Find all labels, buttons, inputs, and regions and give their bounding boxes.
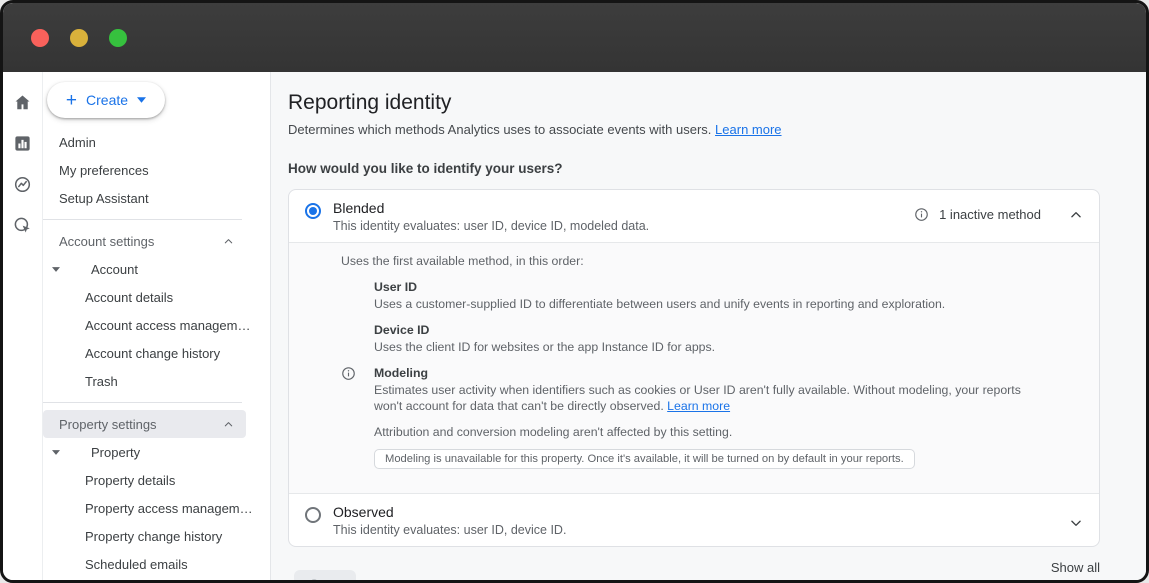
chevron-down-icon <box>137 97 146 103</box>
learn-more-link[interactable]: Learn more <box>667 399 730 413</box>
modeling-unavailable-notice: Modeling is unavailable for this propert… <box>374 449 915 469</box>
save-button[interactable]: Save <box>294 570 356 580</box>
home-icon[interactable] <box>13 93 32 112</box>
chevron-up-icon <box>223 236 234 247</box>
plus-icon: + <box>66 91 77 110</box>
tree-child-label: Property details <box>85 473 175 488</box>
tree-child-label: Account details <box>85 290 173 305</box>
explore-icon[interactable] <box>13 175 32 194</box>
method-description: Uses a customer-supplied ID to different… <box>374 296 1039 312</box>
traffic-lights <box>31 29 127 47</box>
tree-label: Account <box>91 262 138 277</box>
caret-down-icon[interactable] <box>52 450 60 455</box>
sidebar-item-account-access-management[interactable]: Account access managem… <box>43 311 270 339</box>
method-device-id: Device ID Uses the client ID for website… <box>374 323 1039 355</box>
sidebar-divider <box>43 219 242 220</box>
radio-observed-unselected[interactable] <box>305 507 321 523</box>
sidebar-item-label: Setup Assistant <box>59 191 149 206</box>
tree-child-label: Account access managem… <box>85 318 250 333</box>
advertising-icon[interactable] <box>13 216 32 235</box>
method-description: Estimates user activity when identifiers… <box>374 382 1039 414</box>
sidebar-item-my-preferences[interactable]: My preferences <box>43 156 270 184</box>
tree-child-label: Account change history <box>85 346 220 361</box>
page-description-text: Determines which methods Analytics uses … <box>288 122 711 137</box>
blended-details: Uses the first available method, in this… <box>289 242 1099 493</box>
chevron-down-icon[interactable] <box>1069 516 1083 530</box>
details-intro: Uses the first available method, in this… <box>341 254 1039 268</box>
option-observed-subtitle: This identity evaluates: user ID, device… <box>333 523 1051 537</box>
method-user-id: User ID Uses a customer-supplied ID to d… <box>374 280 1039 312</box>
option-blended-label: Blended <box>333 200 914 216</box>
page-description: Determines which methods Analytics uses … <box>288 122 1100 137</box>
section-property-settings[interactable]: Property settings <box>43 410 246 438</box>
caret-down-icon[interactable] <box>52 267 60 272</box>
app-window: + Create Admin My preferences Setup Assi… <box>0 0 1149 583</box>
identity-question: How would you like to identify your user… <box>288 161 1100 176</box>
section-label: Property settings <box>59 417 157 432</box>
tree-property[interactable]: Property <box>43 438 270 466</box>
sidebar-item-property-details[interactable]: Property details <box>43 466 270 494</box>
modeling-note: Attribution and conversion modeling aren… <box>374 425 1039 439</box>
cancel-button[interactable]: Cancel <box>372 577 416 581</box>
tree-child-label: Property change history <box>85 529 222 544</box>
method-modeling: Modeling Estimates user activity when id… <box>374 366 1039 469</box>
tree-child-label: Property access managem… <box>85 501 253 516</box>
section-label: Account settings <box>59 234 154 249</box>
info-icon[interactable] <box>914 207 929 222</box>
main-content: Reporting identity Determines which meth… <box>270 72 1146 580</box>
tree-child-label: Scheduled emails <box>85 557 188 572</box>
sidebar-item-setup-assistant[interactable]: Setup Assistant <box>43 184 270 212</box>
show-all-link[interactable]: Show all <box>1051 560 1100 575</box>
sidebar-divider <box>43 402 242 403</box>
method-name: User ID <box>374 280 1039 294</box>
zoom-window-icon[interactable] <box>109 29 127 47</box>
nav-rail <box>3 72 43 580</box>
reports-icon[interactable] <box>13 134 32 153</box>
create-button[interactable]: + Create <box>47 82 165 118</box>
option-observed[interactable]: Observed This identity evaluates: user I… <box>289 493 1099 546</box>
method-description: Uses the client ID for websites or the a… <box>374 339 1039 355</box>
method-name: Device ID <box>374 323 1039 337</box>
method-name: Modeling <box>374 366 1039 380</box>
sidebar-item-scheduled-emails[interactable]: Scheduled emails <box>43 550 270 578</box>
option-observed-label: Observed <box>333 504 1051 520</box>
inactive-method-text: 1 inactive method <box>939 207 1041 222</box>
sidebar-item-admin[interactable]: Admin <box>43 128 270 156</box>
chevron-up-icon <box>223 419 234 430</box>
option-blended[interactable]: Blended This identity evaluates: user ID… <box>289 190 1099 242</box>
page-title: Reporting identity <box>288 91 1100 115</box>
tree-account[interactable]: Account <box>43 255 270 283</box>
option-blended-subtitle: This identity evaluates: user ID, device… <box>333 219 914 233</box>
sidebar-item-account-change-history[interactable]: Account change history <box>43 339 270 367</box>
reporting-identity-card: Blended This identity evaluates: user ID… <box>288 189 1100 547</box>
sidebar-item-property-access-management[interactable]: Property access managem… <box>43 494 270 522</box>
sidebar-item-account-details[interactable]: Account details <box>43 283 270 311</box>
radio-blended-selected[interactable] <box>305 203 321 219</box>
section-account-settings[interactable]: Account settings <box>43 227 246 255</box>
create-button-label: Create <box>86 92 128 108</box>
sidebar-item-label: My preferences <box>59 163 149 178</box>
window-titlebar <box>3 3 1146 72</box>
sidebar-item-label: Admin <box>59 135 96 150</box>
tree-label: Property <box>91 445 140 460</box>
chevron-up-icon[interactable] <box>1069 208 1083 222</box>
tree-child-label: Trash <box>85 374 118 389</box>
learn-more-link[interactable]: Learn more <box>715 122 781 137</box>
info-icon <box>341 366 356 381</box>
sidebar-item-trash[interactable]: Trash <box>43 367 270 395</box>
footer: Show all Save Cancel <box>288 547 1100 580</box>
close-window-icon[interactable] <box>31 29 49 47</box>
sidebar-item-property-change-history[interactable]: Property change history <box>43 522 270 550</box>
admin-sidebar: + Create Admin My preferences Setup Assi… <box>43 72 270 580</box>
minimize-window-icon[interactable] <box>70 29 88 47</box>
